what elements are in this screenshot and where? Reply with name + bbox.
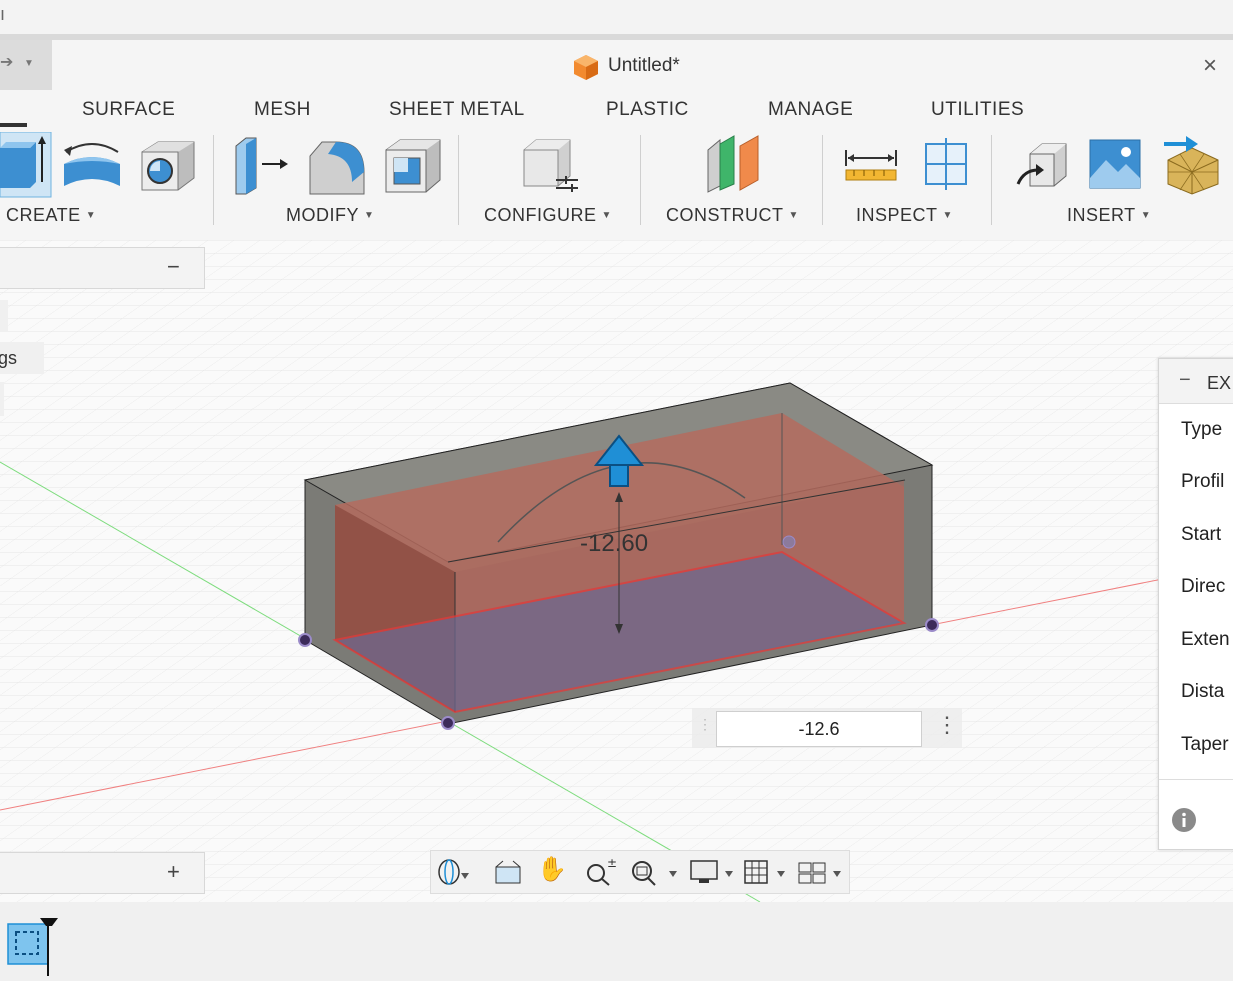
configure-icon[interactable] <box>520 136 582 196</box>
top-left-glyph: ı <box>0 4 6 24</box>
grid-icon[interactable] <box>743 857 791 887</box>
tab-plastic[interactable]: PLASTIC <box>606 99 689 121</box>
active-tab-indicator <box>0 123 27 127</box>
svg-text:±: ± <box>607 857 617 870</box>
orbit-icon[interactable] <box>435 857 471 887</box>
group-insert[interactable]: INSERT ▼ <box>1067 205 1151 226</box>
group-insert-label: INSERT <box>1067 205 1136 225</box>
vertex-point[interactable] <box>925 618 939 632</box>
insert-image-icon[interactable] <box>1088 138 1142 190</box>
group-create[interactable]: CREATE ▼ <box>6 205 96 226</box>
tab-surface[interactable]: SURFACE <box>82 99 175 121</box>
select-icon[interactable] <box>6 918 62 978</box>
document-title: Untitled* <box>608 55 680 76</box>
chevron-down-icon: ▼ <box>1140 210 1152 221</box>
display-icon[interactable] <box>689 857 737 887</box>
tab-utilities[interactable]: UTILITIES <box>931 99 1024 121</box>
group-inspect-label: INSPECT <box>856 205 938 225</box>
group-create-label: CREATE <box>6 205 81 225</box>
expand-icon[interactable]: + <box>167 859 180 885</box>
more-options-icon[interactable]: ⋮ <box>936 712 958 738</box>
hole-icon[interactable] <box>138 138 198 194</box>
shell-icon[interactable] <box>382 136 444 196</box>
zoom-icon[interactable]: ± <box>583 857 617 887</box>
extrude-row-taper: Taper <box>1181 734 1229 755</box>
close-icon[interactable]: × <box>1203 52 1217 80</box>
quick-access-area: ➔ ▼ <box>0 40 52 90</box>
info-icon[interactable] <box>1171 807 1197 833</box>
group-configure[interactable]: CONFIGURE ▼ <box>484 205 612 226</box>
chevron-down-icon: ▼ <box>364 210 375 221</box>
tab-manage[interactable]: MANAGE <box>768 99 853 121</box>
fillet-icon[interactable] <box>306 136 368 196</box>
extrude-dialog-title: EX <box>1207 373 1232 393</box>
dimension-label: -12.60 <box>580 530 649 557</box>
insert-mesh-icon[interactable] <box>1162 134 1222 196</box>
section-icon[interactable] <box>920 138 972 192</box>
group-divider <box>458 135 459 225</box>
browser-row[interactable] <box>0 382 4 416</box>
browser-panel-header[interactable]: − <box>0 247 205 289</box>
extrude-row-extent: Exten <box>1181 629 1230 650</box>
navigation-bar: ✋ ± <box>430 850 850 894</box>
redo-icon[interactable]: ➔ <box>0 52 13 72</box>
revolve-icon[interactable] <box>60 138 124 194</box>
collapse-icon[interactable]: − <box>1179 369 1191 392</box>
extrude-dialog: − EX Type Profil Start Direc Exten Dista… <box>1158 358 1233 850</box>
chevron-down-icon: ▼ <box>601 210 612 221</box>
extrude-row-direction: Direc <box>1181 576 1226 597</box>
browser-row[interactable]: gs <box>0 342 44 374</box>
extrude-row-distance: Dista <box>1181 681 1225 702</box>
insert-derive-icon[interactable] <box>1014 140 1070 192</box>
chevron-down-icon: ▼ <box>942 210 953 221</box>
extrude-row-type: Type <box>1181 419 1223 440</box>
extrude-icon[interactable] <box>0 132 52 198</box>
group-divider <box>213 135 214 225</box>
vertex-point[interactable] <box>298 633 312 647</box>
pan-icon[interactable]: ✋ <box>537 855 567 884</box>
vertex-point[interactable] <box>782 535 796 549</box>
canvas-viewport[interactable]: -12.60 <box>0 240 1233 902</box>
group-construct-label: CONSTRUCT <box>666 205 784 225</box>
measure-icon[interactable] <box>844 148 898 184</box>
look-at-icon[interactable] <box>493 859 523 887</box>
app-cube-icon <box>574 55 598 80</box>
browser-row[interactable] <box>0 300 8 332</box>
plane-icon[interactable] <box>702 134 764 194</box>
group-construct[interactable]: CONSTRUCT ▼ <box>666 205 799 226</box>
group-modify-label: MODIFY <box>286 205 359 225</box>
top-strip <box>0 0 1233 34</box>
press-pull-icon[interactable] <box>232 136 292 196</box>
chevron-down-icon: ▼ <box>85 210 97 221</box>
model-scene <box>0 240 1233 902</box>
redo-dropdown-icon[interactable]: ▼ <box>24 58 34 69</box>
divider <box>1159 779 1233 780</box>
distance-input[interactable]: -12.6 <box>716 711 922 747</box>
comments-panel-header[interactable]: + <box>0 852 205 894</box>
collapse-icon[interactable]: − <box>167 254 180 280</box>
group-modify[interactable]: MODIFY ▼ <box>286 205 374 226</box>
extrude-dialog-header[interactable]: − EX <box>1159 359 1233 404</box>
browser-row-label: gs <box>0 348 18 368</box>
timeline-bar <box>0 902 1233 981</box>
group-divider <box>822 135 823 225</box>
tab-mesh[interactable]: MESH <box>254 99 311 121</box>
group-divider <box>640 135 641 225</box>
extrude-row-profile: Profil <box>1181 471 1225 492</box>
extrude-row-start: Start <box>1181 524 1222 545</box>
group-inspect[interactable]: INSPECT ▼ <box>856 205 953 226</box>
viewports-icon[interactable] <box>797 857 847 887</box>
group-configure-label: CONFIGURE <box>484 205 597 225</box>
fit-icon[interactable] <box>629 857 685 887</box>
chevron-down-icon: ▼ <box>788 210 799 221</box>
vertex-point[interactable] <box>441 716 455 730</box>
tab-sheet-metal[interactable]: SHEET METAL <box>389 99 525 121</box>
group-divider <box>991 135 992 225</box>
